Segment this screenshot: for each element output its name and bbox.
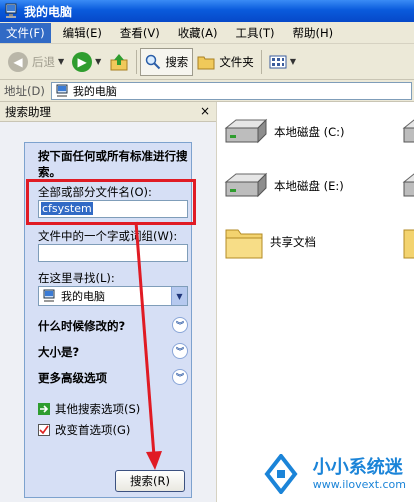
view-grid-icon <box>269 55 287 68</box>
folder-icon <box>403 229 414 259</box>
lookin-select[interactable]: 我的电脑 ▼ <box>38 286 188 306</box>
section-size[interactable]: 大小是? ︾ <box>38 342 188 362</box>
item-label: 共享文档 <box>270 235 316 249</box>
watermark-text: 小小系统迷 <box>312 456 403 478</box>
item-label: 本地磁盘 (C:) <box>274 125 345 139</box>
watermark: 小小系统迷 www.ilovext.com <box>255 454 406 494</box>
lookin-label: 在这里寻找(L): <box>38 271 115 285</box>
section-advanced[interactable]: 更多高级选项 ︾ <box>38 368 188 388</box>
windows-logo-icon <box>264 454 298 494</box>
up-folder-button[interactable] <box>105 48 133 76</box>
search-prompt: 按下面任何或所有标准进行搜索。 <box>38 149 188 179</box>
section-label: 什么时候修改的? <box>38 319 126 333</box>
forward-arrow-icon: ▶ <box>72 51 93 72</box>
section-label: 大小是? <box>38 345 80 359</box>
drive-partial-item[interactable] <box>400 118 414 146</box>
menu-view[interactable]: 查看(V) <box>114 23 166 43</box>
change-preferences-link[interactable]: 改变首选项(G) <box>38 422 130 438</box>
chevron-down-icon: ▼ <box>95 57 102 66</box>
folder-icon <box>225 229 263 259</box>
checklist-icon <box>38 424 50 436</box>
hard-drive-icon <box>224 118 268 144</box>
menu-bar: 文件(F) 编辑(E) 查看(V) 收藏(A) 工具(T) 帮助(H) <box>0 22 414 44</box>
item-label: 本地磁盘 (E:) <box>274 179 344 193</box>
chevron-down-icon: ▼ <box>58 57 65 66</box>
file-view <box>216 102 414 502</box>
section-label: 更多高级选项 <box>38 371 107 385</box>
folder-icon <box>197 56 215 69</box>
search-button[interactable]: 搜索 <box>140 47 194 76</box>
back-button[interactable]: ◀ 后退 ▼ <box>4 48 68 76</box>
close-icon[interactable]: × <box>200 104 210 118</box>
section-date-modified[interactable]: 什么时候修改的? ︾ <box>38 316 188 336</box>
address-input[interactable]: 我的电脑 <box>50 81 412 100</box>
drive-partial-item[interactable] <box>400 172 414 200</box>
address-value: 我的电脑 <box>72 84 117 98</box>
up-folder-icon <box>110 53 128 70</box>
green-arrow-icon <box>38 403 50 415</box>
menu-edit[interactable]: 编辑(E) <box>57 23 108 43</box>
lookin-value: 我的电脑 <box>61 290 105 303</box>
expand-chevron-icon[interactable]: ︾ <box>172 369 188 385</box>
back-label: 后退 <box>32 54 55 69</box>
folders-button[interactable]: 文件夹 <box>193 48 258 76</box>
expand-chevron-icon[interactable]: ︾ <box>172 317 188 333</box>
search-pane-header: 搜索助理 × <box>0 102 216 122</box>
folders-label: 文件夹 <box>219 54 254 69</box>
magnifier-icon <box>146 54 161 69</box>
search-pane-title: 搜索助理 <box>5 104 51 119</box>
search-submit-button[interactable]: 搜索(R) <box>115 470 185 492</box>
search-label: 搜索 <box>165 54 189 69</box>
toolbar-separator <box>136 49 138 74</box>
menu-file[interactable]: 文件(F) <box>0 22 51 43</box>
menu-tools[interactable]: 工具(T) <box>230 23 281 43</box>
link-label: 改变首选项(G) <box>55 423 131 437</box>
drive-e-item[interactable]: 本地磁盘 (E:) <box>222 172 344 200</box>
chevron-down-icon: ▼ <box>289 57 296 66</box>
content-input[interactable] <box>38 244 188 262</box>
other-search-options-link[interactable]: 其他搜索选项(S) <box>38 401 140 417</box>
back-arrow-icon: ◀ <box>8 51 28 72</box>
forward-button[interactable]: ▶ ▼ <box>68 48 105 76</box>
watermark-url: www.ilovext.com <box>312 477 406 491</box>
link-label: 其他搜索选项(S) <box>55 402 141 416</box>
drive-c-item[interactable]: 本地磁盘 (C:) <box>222 118 345 146</box>
chevron-down-icon[interactable]: ▼ <box>171 287 187 305</box>
hard-drive-icon <box>224 172 268 198</box>
content-label: 文件中的一个字或词组(W): <box>38 229 178 243</box>
menu-favorites[interactable]: 收藏(A) <box>172 23 224 43</box>
shared-documents-item[interactable]: 共享文档 <box>224 224 316 260</box>
toolbar-separator <box>260 49 262 74</box>
title-bar: 我的电脑 <box>0 0 414 22</box>
computer-icon <box>43 289 55 302</box>
address-label: 地址(D) <box>4 83 45 98</box>
toolbar: ◀ 后退 ▼ ▶ ▼ 搜索 文件夹 ▼ <box>0 44 414 80</box>
hard-drive-icon <box>402 173 414 197</box>
expand-chevron-icon[interactable]: ︾ <box>172 343 188 359</box>
computer-icon <box>5 3 17 18</box>
address-bar: 地址(D) 我的电脑 <box>0 80 414 102</box>
views-button[interactable]: ▼ <box>265 48 300 76</box>
hard-drive-icon <box>402 119 414 143</box>
highlight-box <box>26 179 196 225</box>
computer-icon <box>56 84 68 97</box>
window-title: 我的电脑 <box>24 4 73 19</box>
folder-partial-item[interactable] <box>402 224 414 260</box>
menu-help[interactable]: 帮助(H) <box>287 23 340 43</box>
